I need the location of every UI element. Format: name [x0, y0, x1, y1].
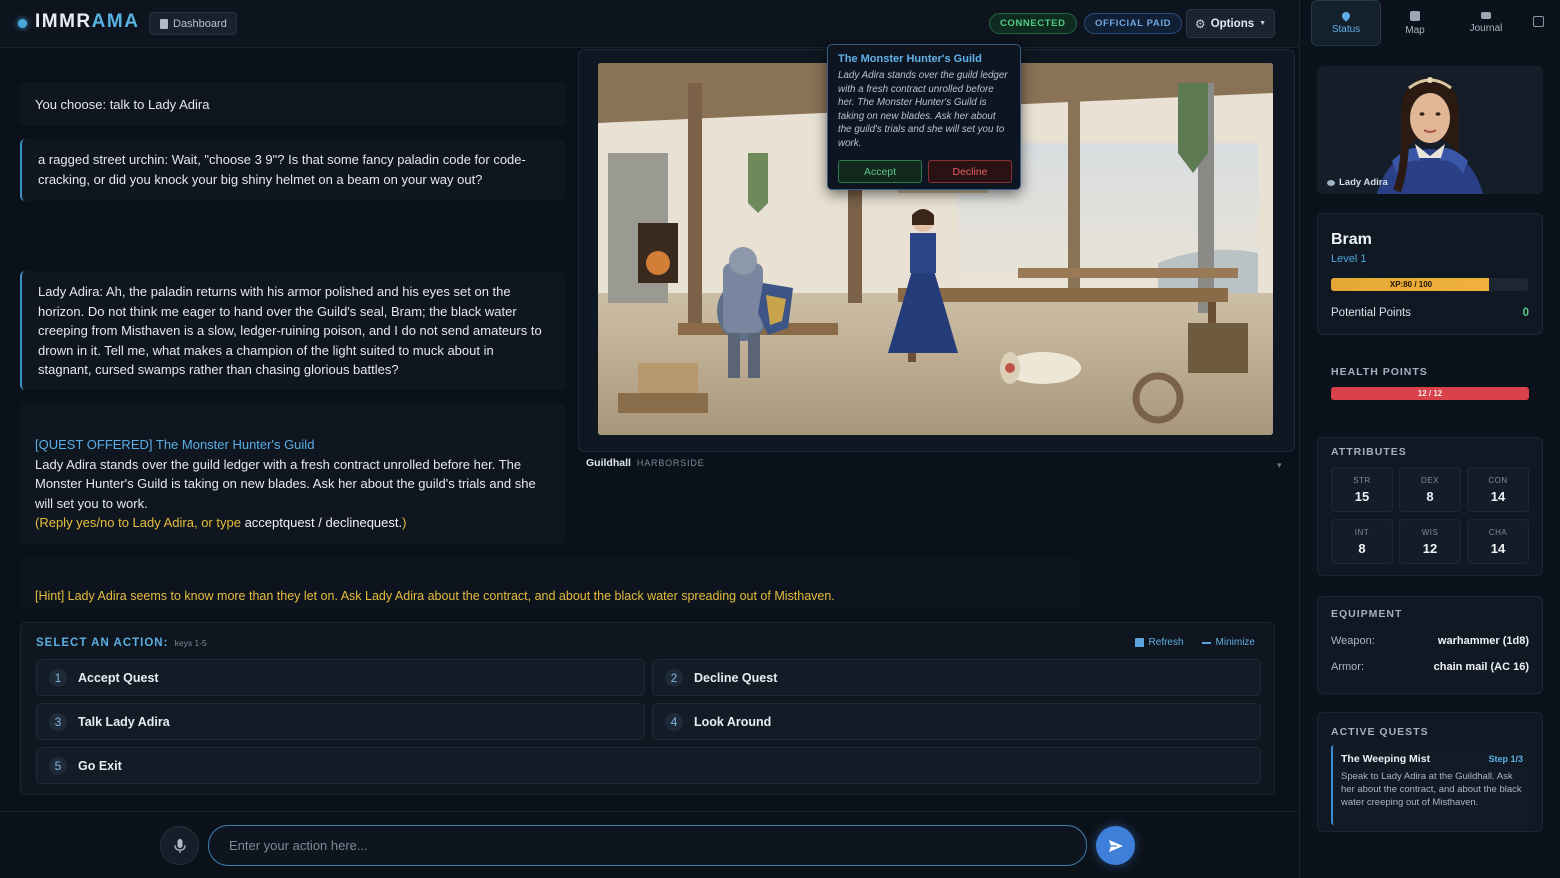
action-label: Go Exit	[78, 758, 122, 773]
minimize-button[interactable]: Minimize	[1201, 637, 1255, 648]
action-label: Talk Lady Adira	[78, 714, 170, 729]
connected-badge: CONNECTED	[989, 13, 1077, 34]
xp-bar: XP:80 / 100	[1331, 278, 1528, 291]
equipment-armor: Armor: chain mail (AC 16)	[1331, 661, 1529, 673]
gear-icon: ⚙	[1194, 16, 1206, 31]
attributes-title: ATTRIBUTES	[1331, 446, 1407, 458]
potential-points-label: Potential Points	[1331, 307, 1411, 319]
attr-wis: WIS 12	[1399, 519, 1461, 564]
eye-icon	[1327, 179, 1335, 186]
top-bar: IMMRAMA Dashboard CONNECTED OFFICIAL PAI…	[0, 0, 1300, 48]
status-icon	[1340, 9, 1352, 22]
action-input[interactable]	[208, 825, 1087, 866]
equipment-weapon: Weapon: warhammer (1d8)	[1331, 635, 1529, 647]
attr-cha: CHA 14	[1467, 519, 1529, 564]
minimize-icon	[1201, 641, 1211, 644]
character-name: Bram	[1331, 231, 1372, 248]
player-choice-message: You choose: talk to Lady Adira	[20, 82, 565, 126]
character-card: Bram Level 1 XP:80 / 100 Potential Point…	[1317, 213, 1543, 335]
action-tools: Refresh Minimize	[1134, 637, 1255, 648]
hp-text: 12 / 12	[1417, 389, 1443, 398]
action-number: 2	[665, 668, 683, 687]
popup-body: Lady Adira stands over the guild ledger …	[838, 70, 1008, 149]
active-quests-title: ACTIVE QUESTS	[1331, 726, 1429, 738]
tab-map[interactable]: Map	[1380, 0, 1450, 46]
action-keys-hint: keys 1-5	[174, 638, 207, 648]
action-look-around[interactable]: 4 Look Around	[652, 703, 1261, 740]
health-title: HEALTH POINTS	[1331, 366, 1428, 378]
attr-str: STR 15	[1331, 467, 1393, 512]
attr-con: CON 14	[1467, 467, 1529, 512]
popout-icon[interactable]	[1533, 16, 1544, 27]
tab-status[interactable]: Status	[1311, 0, 1381, 46]
adira-message: Lady Adira: Ah, the paladin returns with…	[20, 271, 565, 390]
options-button[interactable]: ⚙ Options ▼	[1186, 9, 1275, 38]
player-choice-text: You choose: talk to Lady Adira	[35, 97, 210, 112]
action-label: Look Around	[694, 714, 772, 729]
dashboard-label: Dashboard	[173, 17, 227, 30]
dashboard-icon	[160, 18, 168, 29]
quest-item[interactable]: The Weeping Mist Step 1/3 Speak to Lady …	[1331, 745, 1529, 825]
quest-name: The Weeping Mist	[1341, 753, 1431, 765]
action-label: Accept Quest	[78, 670, 159, 685]
action-accept-quest[interactable]: 1 Accept Quest	[36, 659, 645, 696]
attr-dex: DEX 8	[1399, 467, 1461, 512]
scene-location: Guildhall HARBORSIDE	[586, 457, 704, 469]
urchin-message: a ragged street urchin: Wait, "choose 3 …	[20, 139, 565, 201]
popup-title: The Monster Hunter's Guild	[838, 53, 982, 65]
official-paid-badge: OFFICIAL PAID	[1084, 13, 1183, 34]
action-go-exit[interactable]: 5 Go Exit	[36, 747, 1261, 784]
equipment-title: EQUIPMENT	[1331, 608, 1403, 620]
logo-dot-icon	[18, 19, 27, 28]
microphone-button[interactable]	[160, 826, 199, 865]
urchin-text: a ragged street urchin: Wait, "choose 3 …	[38, 152, 526, 187]
location-sub: HARBORSIDE	[636, 458, 705, 468]
action-number: 3	[49, 712, 67, 731]
logo-text: IMMRAMA	[35, 11, 140, 32]
adira-text: Lady Adira: Ah, the paladin returns with…	[38, 284, 542, 378]
journal-icon	[1481, 12, 1491, 19]
action-number: 4	[665, 712, 683, 731]
location-name: Guildhall	[586, 457, 631, 469]
microphone-icon	[173, 838, 186, 853]
portrait-label: Lady Adira	[1327, 177, 1388, 188]
action-decline-quest[interactable]: 2 Decline Quest	[652, 659, 1261, 696]
popup-buttons: Accept Decline	[838, 160, 1012, 183]
quest-offer-body: Lady Adira stands over the guild ledger …	[35, 456, 536, 511]
action-header: SELECT AN ACTION: keys 1-5	[36, 637, 207, 649]
refresh-icon	[1134, 638, 1144, 647]
action-panel: SELECT AN ACTION: keys 1-5 Refresh Minim…	[20, 622, 1275, 795]
action-talk-lady-adira[interactable]: 3 Talk Lady Adira	[36, 703, 645, 740]
popup-decline-button[interactable]: Decline	[928, 160, 1012, 183]
map-icon	[1410, 10, 1420, 21]
action-label: Decline Quest	[694, 670, 778, 685]
scene-expand-icon[interactable]: ▾	[1277, 460, 1282, 471]
quest-description: Speak to Lady Adira at the Guildhall. As…	[1341, 771, 1522, 808]
tab-journal[interactable]: Journal	[1451, 0, 1521, 46]
options-label: Options	[1210, 17, 1255, 30]
quest-offer-message: [QUEST OFFERED] The Monster Hunter's Gui…	[20, 404, 565, 544]
quest-offer-popup: The Monster Hunter's Guild Lady Adira st…	[827, 44, 1021, 190]
app-logo[interactable]: IMMRAMA	[18, 11, 139, 33]
xp-text: XP:80 / 100	[1389, 280, 1433, 289]
attr-int: INT 8	[1331, 519, 1393, 564]
quest-offer-title: [QUEST OFFERED] The Monster Hunter's Gui…	[35, 437, 315, 452]
send-icon	[1108, 839, 1123, 852]
dashboard-button[interactable]: Dashboard	[149, 12, 237, 35]
npc-portrait	[1317, 66, 1543, 194]
quest-offer-reply: (Reply yes/no to Lady Adira, or type acc…	[35, 515, 407, 531]
refresh-button[interactable]: Refresh	[1134, 637, 1184, 648]
popup-accept-button[interactable]: Accept	[838, 160, 922, 183]
hint-message: [Hint] Lady Adira seems to know more tha…	[20, 558, 1080, 608]
character-level: Level 1	[1331, 253, 1367, 265]
potential-points-value: 0	[1522, 307, 1529, 319]
send-button[interactable]	[1096, 826, 1135, 865]
action-number: 1	[49, 668, 67, 687]
quest-step: Step 1/3	[1488, 754, 1523, 764]
chevron-down-icon: ▼	[1259, 20, 1267, 27]
action-number: 5	[49, 756, 67, 775]
